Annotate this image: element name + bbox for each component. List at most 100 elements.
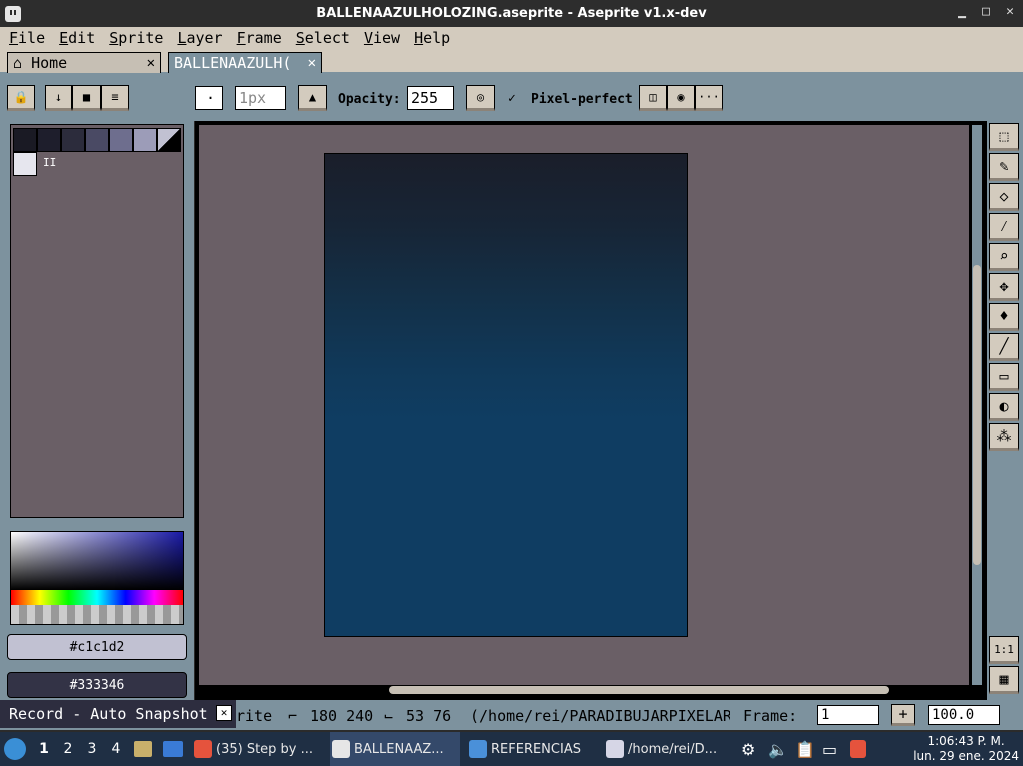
workspace-2[interactable]: 2 bbox=[60, 741, 76, 757]
add-frame-button[interactable]: + bbox=[891, 704, 915, 726]
clock[interactable]: 1:06:43 P. M. lun. 29 ene. 2024 bbox=[913, 734, 1019, 764]
document-tabs: ⌂ Home ✕ BALLENAAZULH( ✕ bbox=[0, 49, 1023, 75]
sprite-canvas[interactable] bbox=[324, 153, 688, 637]
editor-icon bbox=[606, 740, 624, 758]
folder-icon bbox=[469, 740, 487, 758]
minimize-icon[interactable]: ▁ bbox=[955, 4, 969, 20]
vertical-scroll-thumb[interactable] bbox=[973, 265, 981, 565]
context-toolbar: 🔒 ↓ ■ ≡ · 1px ▲ Opacity: 255 ◎ ✓ Pixel-p… bbox=[0, 75, 1023, 121]
record-close-icon[interactable]: ✕ bbox=[216, 705, 232, 721]
pixel-perfect-check-icon[interactable]: ✓ bbox=[508, 91, 516, 106]
settings-tray-icon[interactable]: ⚙ bbox=[741, 732, 755, 766]
record-label: Record - Auto Snapshot bbox=[9, 705, 208, 723]
stop-icon[interactable]: ■ bbox=[72, 85, 101, 111]
taskbar-item-folder[interactable]: REFERENCIAS bbox=[467, 732, 597, 766]
brush-shape-icon[interactable]: · bbox=[195, 86, 223, 110]
horizontal-scroll-thumb[interactable] bbox=[389, 686, 889, 694]
fill-tool-icon[interactable]: ♦ bbox=[989, 303, 1019, 331]
zoom-ratio-button[interactable]: 1:1 bbox=[989, 636, 1019, 664]
volume-icon[interactable]: 🔈 bbox=[768, 732, 788, 766]
blur-tool-icon[interactable]: ⁂ bbox=[989, 423, 1019, 451]
symmetry-icon[interactable]: ◫ bbox=[639, 85, 667, 111]
zoom-tool-icon[interactable]: ⌕ bbox=[989, 243, 1019, 271]
zoom-input[interactable]: 100.0 bbox=[928, 705, 1000, 725]
tab-sprite-close-icon[interactable]: ✕ bbox=[308, 55, 316, 71]
sprite-label: rite bbox=[236, 707, 273, 725]
tab-sprite[interactable]: BALLENAAZULH( ✕ bbox=[168, 52, 322, 73]
brush-size-input[interactable]: 1px bbox=[235, 86, 286, 110]
more-options-button[interactable]: ··· bbox=[695, 85, 723, 111]
menu-sprite[interactable]: Sprite bbox=[102, 29, 170, 47]
frame-input[interactable]: 1 bbox=[817, 705, 879, 725]
cursor-position: 53 76 bbox=[406, 707, 452, 725]
timeline-icon[interactable]: ▦ bbox=[989, 666, 1019, 694]
maximize-icon[interactable]: □ bbox=[979, 4, 993, 20]
palette-swatch[interactable] bbox=[13, 152, 37, 176]
palette-swatch[interactable] bbox=[133, 128, 157, 152]
ink-icon[interactable]: ▲ bbox=[298, 85, 327, 111]
clipboard-icon[interactable]: 📋 bbox=[795, 732, 815, 766]
desktop-launcher-icon[interactable] bbox=[163, 732, 183, 766]
pencil-tool-icon[interactable]: ✎ bbox=[989, 153, 1019, 181]
canvas-area[interactable] bbox=[195, 121, 987, 700]
alpha-slider[interactable] bbox=[11, 605, 183, 624]
file-manager-launcher-icon[interactable] bbox=[134, 732, 152, 766]
tile-mode-icon[interactable]: ◉ bbox=[667, 85, 695, 111]
eraser-tool-icon[interactable]: ◇ bbox=[989, 183, 1019, 211]
clock-date: lun. 29 ene. 2024 bbox=[913, 749, 1019, 763]
file-path: (/home/rei/PARADIBUJARPIXELAR bbox=[470, 707, 730, 725]
taskbar-item-terminal[interactable]: /home/rei/D... bbox=[604, 732, 734, 766]
window-title: BALLENAAZULHOLOZING.aseprite - Aseprite … bbox=[316, 6, 707, 21]
window-controls: ▁ □ ✕ bbox=[955, 4, 1017, 20]
pixel-perfect-label: Pixel-perfect bbox=[531, 92, 633, 107]
menu-edit[interactable]: Edit bbox=[52, 29, 102, 47]
move-tool-icon[interactable]: ✥ bbox=[989, 273, 1019, 301]
palette-swatch[interactable] bbox=[37, 128, 61, 152]
eyedropper-tool-icon[interactable]: ⁄ bbox=[989, 213, 1019, 241]
opacity-input[interactable]: 255 bbox=[407, 86, 454, 110]
hue-slider[interactable] bbox=[11, 590, 183, 605]
lock-icon[interactable]: 🔒 bbox=[7, 85, 35, 111]
contour-tool-icon[interactable]: ◐ bbox=[989, 393, 1019, 421]
menu-lines-icon[interactable]: ≡ bbox=[101, 85, 129, 111]
line-tool-icon[interactable]: ╱ bbox=[989, 333, 1019, 361]
menu-frame[interactable]: Frame bbox=[230, 29, 289, 47]
tab-home[interactable]: ⌂ Home ✕ bbox=[7, 52, 161, 73]
menu-view[interactable]: View bbox=[357, 29, 407, 47]
taskbar-item-browser[interactable]: (35) Step by ... bbox=[192, 732, 322, 766]
workspace-1[interactable]: 1 bbox=[36, 741, 52, 757]
position-icon: ⌙ bbox=[384, 707, 394, 725]
horizontal-scrollbar[interactable] bbox=[199, 685, 969, 695]
workspace-4[interactable]: 4 bbox=[108, 741, 124, 757]
taskbar-item-aseprite[interactable]: BALLENAAZ... bbox=[330, 732, 460, 766]
background-color-button[interactable]: #333346 bbox=[7, 672, 187, 698]
color-picker[interactable] bbox=[10, 531, 184, 625]
canvas-background bbox=[199, 125, 969, 685]
marquee-tool-icon[interactable]: ⬚ bbox=[989, 123, 1019, 151]
menu-file[interactable]: File bbox=[2, 29, 52, 47]
palette-swatch[interactable] bbox=[13, 128, 37, 152]
home-icon: ⌂ bbox=[13, 54, 32, 72]
menu-select[interactable]: Select bbox=[289, 29, 357, 47]
palette-swatch[interactable] bbox=[157, 128, 181, 152]
vertical-scrollbar[interactable] bbox=[972, 125, 982, 685]
display-icon[interactable]: ▭ bbox=[822, 732, 837, 766]
palette-index-label: II bbox=[43, 156, 57, 169]
dynamics-icon[interactable]: ◎ bbox=[466, 85, 495, 111]
foreground-color-button[interactable]: #c1c1d2 bbox=[7, 634, 187, 660]
os-taskbar: 1 2 3 4 (35) Step by ... BALLENAAZ... RE… bbox=[0, 732, 1023, 766]
palette-swatch[interactable] bbox=[61, 128, 85, 152]
start-menu-icon[interactable] bbox=[4, 732, 26, 766]
tab-home-close-icon[interactable]: ✕ bbox=[147, 55, 155, 71]
palette-swatch[interactable] bbox=[85, 128, 109, 152]
saturation-value-box[interactable] bbox=[11, 532, 183, 590]
palette-swatch[interactable] bbox=[109, 128, 133, 152]
rectangle-tool-icon[interactable]: ▭ bbox=[989, 363, 1019, 391]
menu-help[interactable]: Help bbox=[407, 29, 457, 47]
brave-tray-icon[interactable] bbox=[850, 732, 866, 766]
menu-layer[interactable]: Layer bbox=[170, 29, 229, 47]
workspace-3[interactable]: 3 bbox=[84, 741, 100, 757]
arrow-down-icon[interactable]: ↓ bbox=[45, 85, 72, 111]
close-icon[interactable]: ✕ bbox=[1003, 4, 1017, 20]
clock-time: 1:06:43 P. M. bbox=[927, 734, 1005, 748]
